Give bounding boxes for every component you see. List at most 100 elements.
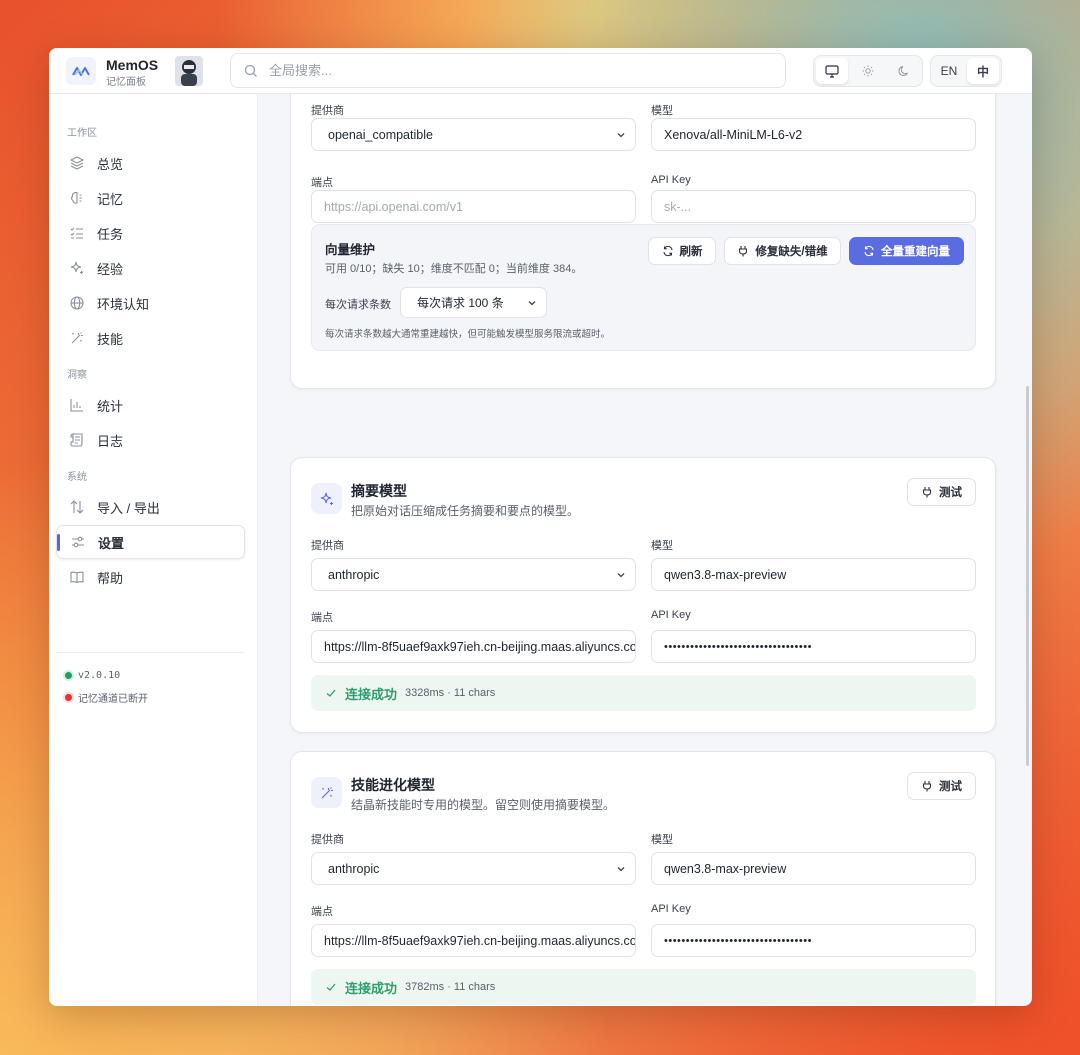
apikey-input[interactable]: ••••••••••••••••••••••••••••••••••: [651, 924, 976, 957]
provider-label: 提供商: [311, 834, 344, 846]
vector-title: 向量维护: [325, 243, 376, 257]
sidebar-item-environment[interactable]: 环境认知: [56, 286, 245, 320]
chevron-down-icon: [617, 133, 625, 138]
layers-icon: [68, 154, 86, 172]
sidebar-item-label: 统计: [97, 398, 124, 414]
sidebar-item-memory[interactable]: 记忆: [56, 181, 245, 215]
endpoint-input[interactable]: https://api.openai.com/v1: [311, 190, 636, 223]
endpoint-label: 端点: [311, 177, 333, 189]
language-switcher: EN 中: [930, 55, 1002, 87]
connection-status: 记忆通道已断开: [65, 690, 148, 705]
global-search[interactable]: [230, 53, 786, 88]
sidebar-item-help[interactable]: 帮助: [56, 560, 245, 594]
batch-size-value: 每次请求 100 条: [417, 296, 504, 310]
apikey-input[interactable]: ••••••••••••••••••••••••••••••••••: [651, 630, 976, 663]
sidebar-item-label: 日志: [97, 433, 124, 449]
rebuild-label: 全量重建向量: [881, 246, 950, 258]
sidebar-item-settings[interactable]: 设置: [56, 525, 245, 559]
status-dot-ok: [65, 672, 72, 679]
sidebar-item-label: 记忆: [97, 191, 124, 207]
rebuild-vectors-button[interactable]: 全量重建向量: [849, 237, 964, 265]
sidebar-item-label: 技能: [97, 331, 124, 347]
card-title: 摘要模型: [351, 483, 407, 499]
sparkle-icon: [311, 483, 342, 514]
section-insight: 洞察: [67, 370, 87, 381]
provider-value: openai_compatible: [328, 127, 433, 142]
sun-icon[interactable]: [852, 58, 884, 84]
refresh-label: 刷新: [679, 246, 703, 258]
sidebar-item-label: 环境认知: [97, 296, 150, 312]
embedding-model-card: 提供商 openai_compatible 模型 Xenova/all-Mini…: [290, 94, 996, 389]
moon-icon[interactable]: [888, 58, 920, 84]
sidebar-item-logs[interactable]: 日志: [56, 423, 245, 457]
result-detail: 3328ms · 11 chars: [405, 687, 496, 699]
check-icon: [326, 983, 336, 991]
repair-button[interactable]: 修复缺失/错维: [724, 237, 841, 265]
model-label: 模型: [651, 105, 673, 117]
sidebar-item-label: 任务: [97, 226, 124, 242]
model-input[interactable]: qwen3.8-max-preview: [651, 852, 976, 885]
status-dot-error: [65, 694, 72, 701]
chevron-down-icon: [617, 867, 625, 872]
arrows-updown-icon: [68, 498, 86, 516]
provider-label: 提供商: [311, 105, 344, 117]
checklist-icon: [68, 224, 86, 242]
monitor-icon[interactable]: [816, 58, 848, 84]
avatar[interactable]: [175, 56, 203, 86]
batch-size-label: 每次请求条数: [325, 299, 391, 311]
brain-icon: [68, 189, 86, 207]
batch-size-select[interactable]: 每次请求 100 条: [400, 287, 547, 318]
theme-switcher: [813, 55, 923, 87]
model-label: 模型: [651, 834, 673, 846]
result-detail: 3782ms · 11 chars: [405, 981, 496, 993]
search-input[interactable]: [269, 54, 769, 87]
card-description: 结晶新技能时专用的模型。留空则使用摘要模型。: [351, 798, 616, 812]
sidebar-item-experience[interactable]: 经验: [56, 251, 245, 285]
wand-icon: [68, 329, 86, 347]
lang-zh-button[interactable]: 中: [967, 58, 999, 84]
lang-en-button[interactable]: EN: [933, 58, 965, 84]
endpoint-input[interactable]: https://llm-8f5uaef9axk97ieh.cn-beijing.…: [311, 630, 636, 663]
apikey-label: API Key: [651, 609, 691, 621]
sidebar-item-import-export[interactable]: 导入 / 导出: [56, 490, 245, 524]
connection-status-label: 记忆通道已断开: [78, 694, 148, 705]
sliders-icon: [69, 533, 87, 551]
sidebar-item-stats[interactable]: 统计: [56, 388, 245, 422]
plug-icon: [922, 781, 932, 792]
test-label: 测试: [939, 487, 962, 499]
apikey-input[interactable]: sk-...: [651, 190, 976, 223]
scrollbar[interactable]: [1026, 386, 1029, 766]
vector-stats: 可用 0/10；缺失 10；维度不匹配 0；当前维度 384。: [325, 263, 583, 275]
settings-content: 提供商 openai_compatible 模型 Xenova/all-Mini…: [259, 94, 1032, 1006]
refresh-icon: [662, 245, 673, 257]
sidebar-item-label: 帮助: [97, 570, 124, 586]
version-status: v2.0.10: [65, 670, 120, 681]
model-input[interactable]: Xenova/all-MiniLM-L6-v2: [651, 118, 976, 151]
app-title: MemOS: [106, 57, 159, 73]
sidebar-item-label: 设置: [98, 535, 125, 551]
provider-select[interactable]: anthropic: [311, 852, 636, 885]
chevron-down-icon: [528, 301, 536, 306]
sidebar-item-tasks[interactable]: 任务: [56, 216, 245, 250]
test-connection-button[interactable]: 测试: [907, 478, 976, 506]
app-window: MemOS 记忆面板 EN 中 工作区 总: [49, 48, 1032, 1006]
check-icon: [326, 689, 336, 697]
connection-result: 连接成功 3328ms · 11 chars: [311, 675, 976, 711]
scroll-icon: [68, 431, 86, 449]
sidebar-item-skills[interactable]: 技能: [56, 321, 245, 355]
card-description: 把原始对话压缩成任务摘要和要点的模型。: [351, 504, 580, 518]
test-connection-button[interactable]: 测试: [907, 772, 976, 800]
endpoint-label: 端点: [311, 906, 333, 918]
top-bar: MemOS 记忆面板 EN 中: [49, 48, 1032, 94]
provider-select[interactable]: openai_compatible: [311, 118, 636, 151]
sidebar-item-label: 导入 / 导出: [97, 500, 160, 516]
provider-select[interactable]: anthropic: [311, 558, 636, 591]
endpoint-input[interactable]: https://llm-8f5uaef9axk97ieh.cn-beijing.…: [311, 924, 636, 957]
card-title: 技能进化模型: [351, 777, 435, 793]
refresh-button[interactable]: 刷新: [648, 237, 716, 265]
batch-size-hint: 每次请求条数越大通常重建越快，但可能触发模型服务限流或超时。: [325, 329, 611, 340]
sidebar-item-overview[interactable]: 总览: [56, 146, 245, 180]
model-input[interactable]: qwen3.8-max-preview: [651, 558, 976, 591]
apikey-label: API Key: [651, 903, 691, 915]
version-label: v2.0.10: [78, 670, 121, 681]
